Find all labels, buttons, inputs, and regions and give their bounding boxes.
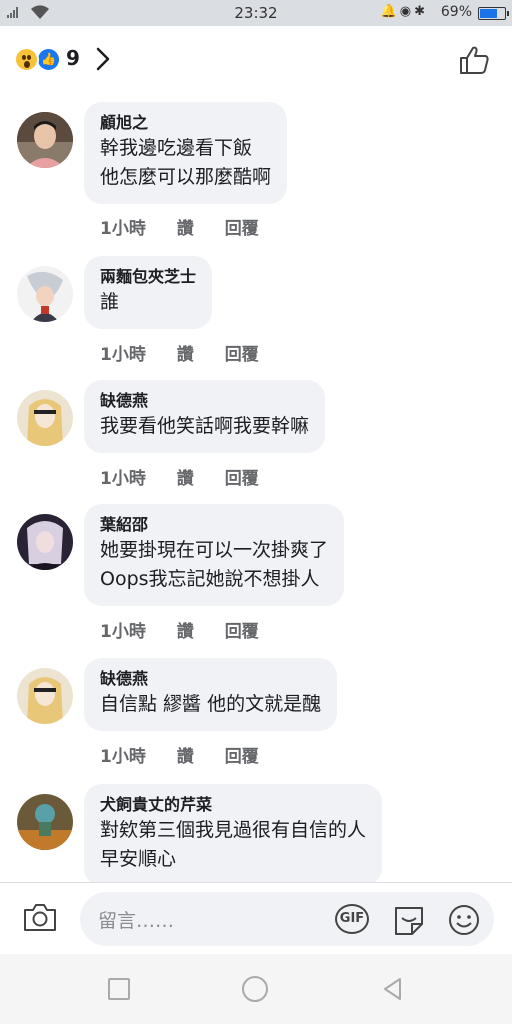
sticker-icon[interactable] (392, 904, 426, 936)
back-icon[interactable] (380, 976, 406, 1002)
comment-text: Oops我忘記她說不想掛人 (100, 568, 320, 590)
comment-time: 1小時 (100, 345, 146, 365)
reactions-bar[interactable]: 👍 9 (0, 26, 512, 92)
gif-icon[interactable]: GIF (335, 904, 369, 934)
comment-author[interactable]: 葉紹邵 (100, 514, 328, 536)
like-thumb-icon[interactable] (458, 44, 490, 76)
battery-percent: 69% (440, 4, 472, 20)
comment-text: 我要看他笑話啊我要幹嘛 (100, 415, 310, 437)
comment-actions: 1小時 讚 回覆 (100, 742, 284, 767)
reply-button[interactable]: 回覆 (225, 340, 259, 365)
comment-author[interactable]: 缺德燕 (100, 668, 321, 690)
comment-author[interactable]: 兩麵包夾芝士 (100, 266, 196, 288)
home-icon[interactable] (242, 976, 268, 1002)
wow-emoji-icon (14, 47, 39, 72)
comment-item: 缺德燕 自信點 繆醬 他的文就是醜 1小時 讚 回覆 (0, 658, 512, 768)
comment-time: 1小時 (100, 747, 146, 767)
comment-time: 1小時 (100, 219, 146, 239)
comment-actions: 1小時 讚 回覆 (100, 464, 284, 489)
comment-text: 幹我邊吃邊看下飯 (100, 137, 253, 159)
like-button[interactable]: 讚 (177, 464, 194, 489)
status-bar: 23:32 🔔◉✱ 69% (0, 0, 512, 26)
comment-composer: 留言…… GIF (0, 882, 512, 954)
reaction-count[interactable]: 9 (66, 46, 80, 70)
comment-item: 缺德燕 我要看他笑話啊我要幹嘛 1小時 讚 回覆 (0, 380, 512, 490)
comment-item: 兩麵包夾芝士 誰 1小時 讚 回覆 (0, 256, 512, 366)
comment-input[interactable]: 留言…… GIF (80, 892, 494, 946)
comment-item: 葉紹邵 她要掛現在可以一次掛爽了 Oops我忘記她說不想掛人 1小時 讚 回覆 (0, 504, 512, 644)
comment-author[interactable]: 犬飼貴丈的芹菜 (100, 794, 366, 816)
comment-bubble[interactable]: 兩麵包夾芝士 誰 (84, 256, 213, 329)
emoji-icon[interactable] (448, 904, 480, 936)
status-time: 23:32 (234, 4, 278, 22)
avatar[interactable] (17, 266, 73, 322)
avatar[interactable] (17, 390, 73, 446)
comment-item: 顧旭之 幹我邊吃邊看下飯 他怎麼可以那麼酷啊 1小時 讚 回覆 (0, 102, 512, 242)
avatar[interactable] (17, 514, 73, 570)
comment-time: 1小時 (100, 469, 146, 489)
reply-button[interactable]: 回覆 (225, 464, 259, 489)
recent-apps-icon[interactable] (108, 978, 130, 1000)
chevron-right-icon[interactable] (94, 46, 112, 72)
system-nav-bar (0, 954, 512, 1024)
comment-input-placeholder: 留言…… (98, 910, 175, 932)
like-button[interactable]: 讚 (177, 742, 194, 767)
camera-icon[interactable] (22, 901, 58, 933)
like-emoji-icon: 👍 (36, 47, 61, 72)
avatar[interactable] (17, 112, 73, 168)
reply-button[interactable]: 回覆 (225, 617, 259, 642)
comment-actions: 1小時 讚 回覆 (100, 214, 284, 239)
comment-list: 顧旭之 幹我邊吃邊看下飯 他怎麼可以那麼酷啊 1小時 讚 回覆 兩麵包夾芝士 誰 (0, 92, 512, 882)
comment-text: 自信點 繆醬 他的文就是醜 (100, 693, 322, 715)
comment-bubble[interactable]: 缺德燕 我要看他笑話啊我要幹嘛 (84, 380, 326, 453)
comment-bubble[interactable]: 顧旭之 幹我邊吃邊看下飯 他怎麼可以那麼酷啊 (84, 102, 288, 204)
comment-time: 1小時 (100, 622, 146, 642)
comment-bubble[interactable]: 犬飼貴丈的芹菜 對欸第三個我見過很有自信的人 早安順心 (84, 784, 383, 882)
battery-icon (478, 7, 509, 20)
system-status-icons: 🔔◉✱ (380, 4, 428, 19)
comment-text: 誰 (100, 291, 120, 313)
comment-text: 她要掛現在可以一次掛爽了 (100, 539, 329, 561)
avatar[interactable] (17, 794, 73, 850)
comment-actions: 1小時 讚 回覆 (100, 617, 284, 642)
comment-text: 早安順心 (100, 848, 177, 870)
avatar[interactable] (17, 668, 73, 724)
comment-actions: 1小時 讚 回覆 (100, 340, 284, 365)
comment-bubble[interactable]: 葉紹邵 她要掛現在可以一次掛爽了 Oops我忘記她說不想掛人 (84, 504, 345, 606)
like-button[interactable]: 讚 (177, 617, 194, 642)
comment-item: 犬飼貴丈的芹菜 對欸第三個我見過很有自信的人 早安順心 (0, 784, 512, 882)
like-button[interactable]: 讚 (177, 214, 194, 239)
like-button[interactable]: 讚 (177, 340, 194, 365)
comment-author[interactable]: 顧旭之 (100, 112, 271, 134)
comment-bubble[interactable]: 缺德燕 自信點 繆醬 他的文就是醜 (84, 658, 338, 731)
comment-text: 他怎麼可以那麼酷啊 (100, 166, 272, 188)
comments-sheet: 👍 9 顧旭之 幹我邊吃邊看下飯 他怎麼可以那麼酷啊 1小時 讚 回覆 兩麵包夾… (0, 26, 512, 1024)
comment-text: 對欸第三個我見過很有自信的人 (100, 819, 367, 841)
comment-author[interactable]: 缺德燕 (100, 390, 309, 412)
reply-button[interactable]: 回覆 (225, 742, 259, 767)
reply-button[interactable]: 回覆 (225, 214, 259, 239)
